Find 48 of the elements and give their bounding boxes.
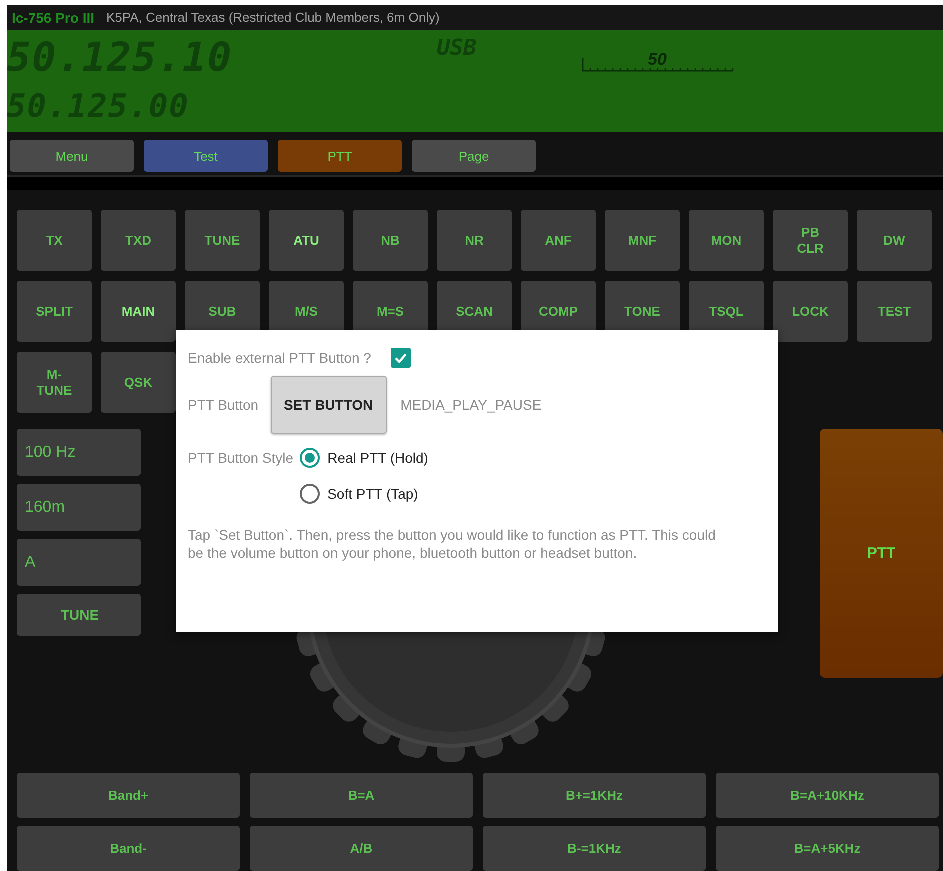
toolbar-button[interactable]: Page	[412, 140, 536, 172]
function-button[interactable]: ATU	[269, 210, 344, 271]
field-label: PTT Button Style	[188, 450, 294, 468]
toolbar-button[interactable]: Test	[144, 140, 268, 172]
side-button[interactable]: A	[17, 539, 141, 586]
set-button[interactable]: SET BUTTON	[270, 376, 387, 434]
band-button[interactable]: Band+	[17, 773, 240, 818]
band-button[interactable]: B=A	[250, 773, 473, 818]
function-button[interactable]: QSK	[101, 352, 176, 413]
band-button[interactable]: B-=1KHz	[483, 826, 706, 871]
meter-reading: 50	[648, 50, 667, 70]
radio-button[interactable]	[300, 448, 320, 468]
station-name: K5PA, Central Texas (Restricted Club Members, 6m Only)	[106, 10, 440, 26]
band-button[interactable]: A/B	[250, 826, 473, 871]
field-label: PTT Button	[188, 397, 259, 413]
radio-label: Soft PTT (Tap)	[328, 486, 418, 502]
function-button[interactable]: MON	[689, 210, 764, 271]
toolbar-button[interactable]: Menu	[10, 140, 134, 172]
band-button[interactable]: B=A+10KHz	[716, 773, 939, 818]
radio-button[interactable]	[300, 484, 320, 504]
function-button[interactable]: SPLIT	[17, 281, 92, 342]
function-button[interactable]: ANF	[521, 210, 596, 271]
side-button[interactable]: TUNE	[17, 594, 141, 636]
function-button[interactable]: PB CLR	[773, 210, 848, 271]
function-button[interactable]: M- TUNE	[17, 352, 92, 413]
toolbar-button[interactable]: PTT	[278, 140, 402, 172]
key-name: MEDIA_PLAY_PAUSE	[400, 397, 542, 413]
app-name: Ic-756 Pro III	[12, 10, 94, 26]
enable-checkbox[interactable]	[391, 348, 412, 368]
radio-label: Real PTT (Hold)	[328, 450, 428, 466]
checkbox-label: Enable external PTT Button ?	[188, 350, 372, 366]
help-text: Tap `Set Button`. Then, press the button you would like to function as PTT. This could be the volume button on your phone, bluetooth button or headset button.	[188, 526, 717, 562]
side-button[interactable]: 100 Hz	[17, 429, 141, 476]
band-button[interactable]: B=A+5KHz	[716, 826, 939, 871]
function-button[interactable]: TEST	[857, 281, 932, 342]
function-button[interactable]: NR	[437, 210, 512, 271]
side-button[interactable]: 160m	[17, 484, 141, 531]
function-button[interactable]: TXD	[101, 210, 176, 271]
function-button[interactable]: TX	[17, 210, 92, 271]
band-button[interactable]: Band-	[17, 826, 240, 871]
function-button[interactable]: MAIN	[101, 281, 176, 342]
function-button[interactable]: DW	[857, 210, 932, 271]
function-button[interactable]: MNF	[605, 210, 680, 271]
function-button[interactable]: TUNE	[185, 210, 260, 271]
ptt-button[interactable]: PTT	[820, 429, 943, 678]
band-button[interactable]: B+=1KHz	[483, 773, 706, 818]
function-button[interactable]: NB	[353, 210, 428, 271]
function-button[interactable]: LOCK	[773, 281, 848, 342]
